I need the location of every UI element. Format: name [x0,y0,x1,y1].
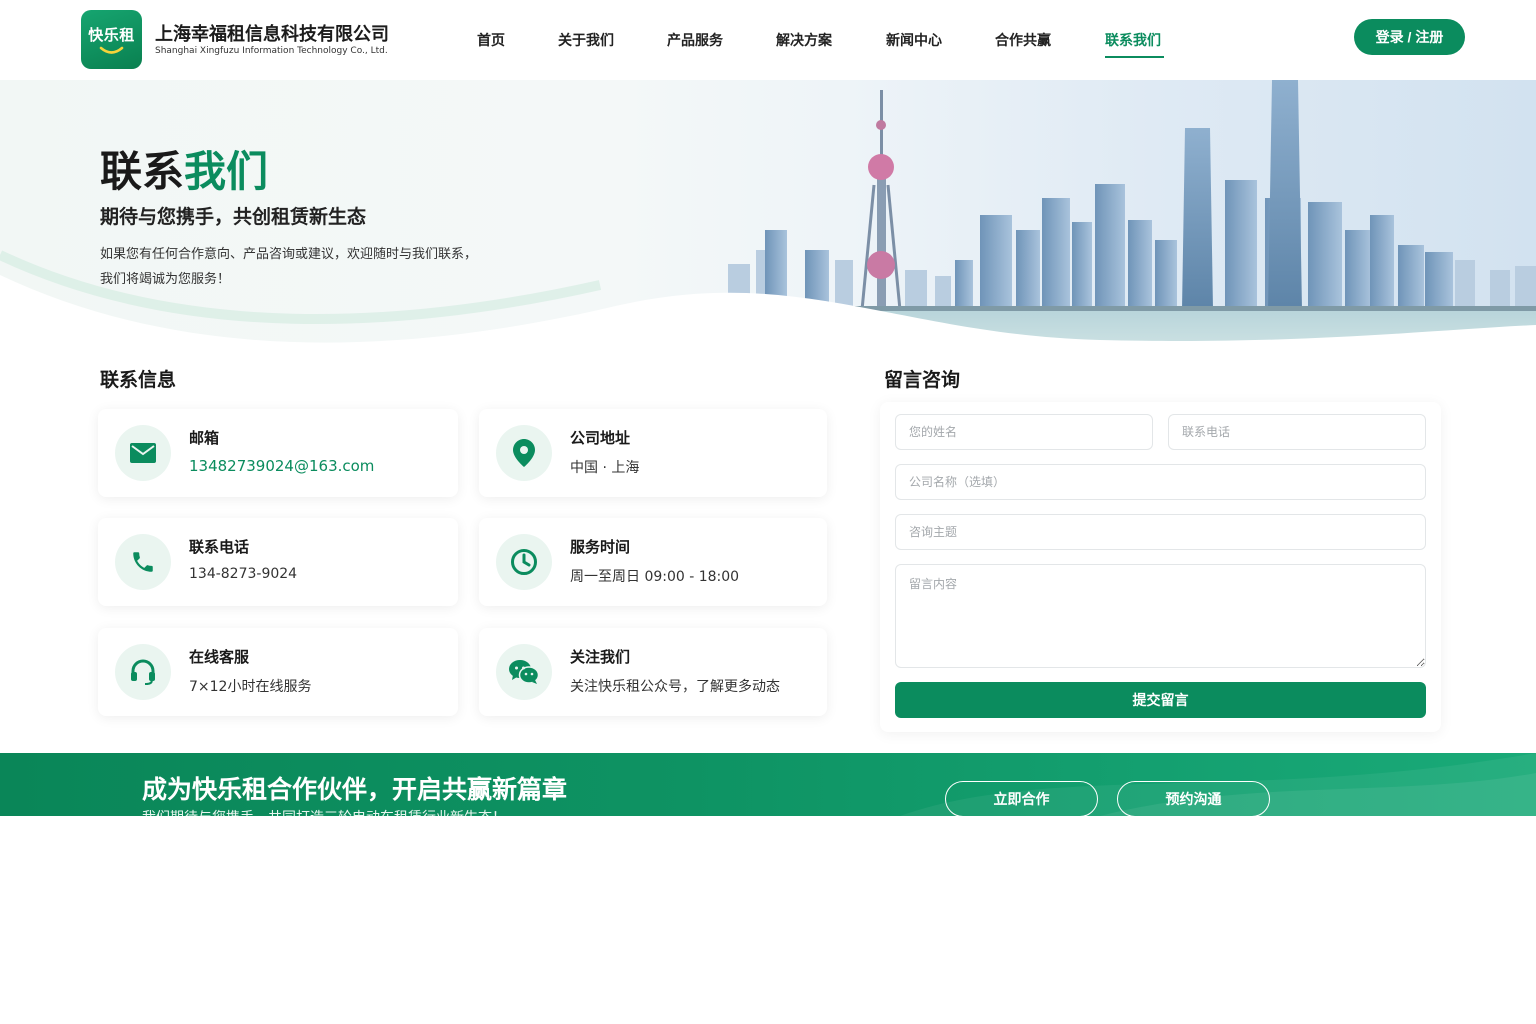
contact-card-follow-us: 关注我们 关注快乐租公众号，了解更多动态 [479,628,827,716]
login-register-button[interactable]: 登录 / 注册 [1354,19,1465,55]
submit-message-button[interactable]: 提交留言 [895,682,1426,718]
hero-desc-line-2: 我们将竭诚为您服务！ [100,272,231,287]
card-label: 联系电话 [189,538,250,556]
subject-input[interactable] [895,514,1426,550]
phone-number[interactable]: 134-8273-9024 [189,566,297,582]
card-label: 服务时间 [570,538,631,556]
nav-solutions[interactable]: 解决方案 [776,30,832,50]
phone-icon [115,534,171,590]
nav-contact[interactable]: 联系我们 [1105,30,1161,50]
logo[interactable]: 快乐租 [81,10,142,69]
contact-card-address: 公司地址 中国 · 上海 [479,409,827,497]
cooperate-now-button[interactable]: 立即合作 [945,781,1098,816]
card-label: 邮箱 [189,429,220,447]
wechat-icon [496,644,552,700]
message-form-title: 留言咨询 [884,369,961,391]
nav-news[interactable]: 新闻中心 [886,30,942,50]
nav-cooperation[interactable]: 合作共赢 [995,30,1051,50]
card-label: 公司地址 [570,429,631,447]
logo-text: 快乐租 [88,26,135,44]
cta-subtitle: 我们期待与您携手，共同打造三轮电动车租赁行业新生态！ [142,807,506,816]
mail-icon [115,425,171,481]
nav-home[interactable]: 首页 [477,30,505,50]
contact-card-phone: 联系电话 134-8273-9024 [98,518,458,606]
card-value: 7×12小时在线服务 [189,679,312,695]
card-value: 周一至周日 09:00 - 18:00 [570,569,740,585]
message-textarea[interactable] [895,564,1426,668]
card-value: 关注快乐租公众号，了解更多动态 [570,679,780,695]
contact-info-title: 联系信息 [100,369,177,391]
name-input[interactable] [895,414,1153,450]
hero-description: 如果您有任何合作意向、产品咨询或建议，欢迎随时与我们联系， 我们将竭诚为您服务！ [100,242,477,292]
page-title-part2: 我们 [184,147,269,196]
email-link[interactable]: 13482739024@163.com [189,457,374,475]
card-label: 关注我们 [570,648,631,666]
page-title-part1: 联系 [100,147,185,196]
cta-title: 成为快乐租合作伙伴，开启共赢新篇章 [142,775,568,804]
pearl-tower [860,90,902,311]
company-name-en: Shanghai Xingfuzu Information Technology… [155,46,388,56]
page-title: 联系我们 [100,138,268,199]
company-name: 上海幸福租信息科技有限公司 [155,24,389,45]
clock-icon [496,534,552,590]
nav-about[interactable]: 关于我们 [558,30,614,50]
card-value: 中国 · 上海 [570,460,640,476]
message-form: 提交留言 [880,402,1441,732]
contact-card-hours: 服务时间 周一至周日 09:00 - 18:00 [479,518,827,606]
schedule-talk-button[interactable]: 预约沟通 [1117,781,1270,816]
contact-card-email: 邮箱 13482739024@163.com [98,409,458,497]
company-input[interactable] [895,464,1426,500]
partner-cta-banner: 成为快乐租合作伙伴，开启共赢新篇章 我们期待与您携手，共同打造三轮电动车租赁行业… [0,753,1536,816]
hero-desc-line-1: 如果您有任何合作意向、产品咨询或建议，欢迎随时与我们联系， [100,247,478,262]
contact-card-online-service: 在线客服 7×12小时在线服务 [98,628,458,716]
headset-icon [115,644,171,700]
site-header: 快乐租 上海幸福租信息科技有限公司 Shanghai Xingfuzu Info… [0,0,1536,80]
nav-products[interactable]: 产品服务 [667,30,723,50]
phone-input[interactable] [1168,414,1426,450]
nav-active-indicator [1105,56,1164,58]
location-pin-icon [496,425,552,481]
hero-banner: 联系我们 期待与您携手，共创租赁新生态 如果您有任何合作意向、产品咨询或建议，欢… [0,80,1536,352]
card-label: 在线客服 [189,648,250,666]
smile-icon [99,46,124,54]
hero-subtitle: 期待与您携手，共创租赁新生态 [100,206,367,228]
